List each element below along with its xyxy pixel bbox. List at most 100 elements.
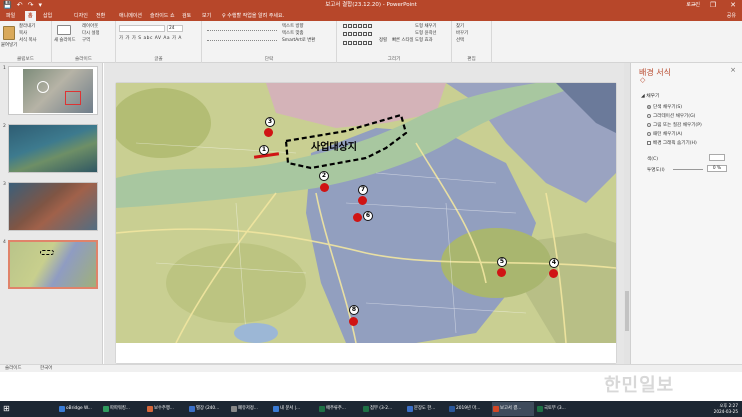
tab-review[interactable]: 검토 <box>182 11 191 21</box>
format-painter-button[interactable]: 서식 복사 <box>19 38 37 44</box>
alignment-buttons-row[interactable] <box>207 35 277 41</box>
cut-button[interactable]: 잘라내기 <box>19 24 35 30</box>
gradient-fill-option[interactable]: 그라데이션 채우기(G) <box>647 113 695 119</box>
taskbar-item[interactable]: 보수주행... <box>146 402 186 416</box>
tab-insert[interactable]: 삽입 <box>43 11 52 21</box>
shape-fill-button[interactable]: 도형 채우기 <box>415 24 437 30</box>
tell-me-search[interactable]: ♀ 수행할 작업을 알려 주세요. <box>222 11 284 21</box>
marker-dot-3[interactable] <box>264 128 273 137</box>
marker-dot-8[interactable] <box>349 317 358 326</box>
hide-background-checkbox[interactable]: 배경 그래픽 숨기기(H) <box>647 140 697 146</box>
reset-button[interactable]: 다시 설정 <box>82 31 100 37</box>
language-indicator[interactable]: 한국어 <box>40 365 52 372</box>
new-slide-icon[interactable] <box>57 25 71 35</box>
fill-section-header[interactable]: ◢ 채우기 <box>641 92 659 99</box>
shapes-gallery[interactable] <box>343 24 372 48</box>
window-controls: ─ ❐ ✕ <box>692 0 736 11</box>
picture-fill-option[interactable]: 그림 또는 질감 채우기(P) <box>647 122 702 128</box>
pattern-fill-option[interactable]: 패턴 채우기(A) <box>647 131 682 137</box>
clipboard-group: 붙여넣기 잘라내기 복사 서식 복사 클립보드 <box>0 21 52 63</box>
start-button[interactable]: ⊞ <box>0 402 14 416</box>
transparency-label: 투명도(I) <box>647 168 665 173</box>
tab-transitions[interactable]: 전환 <box>96 11 105 21</box>
taskbar-item[interactable]: 점부 (3-2... <box>362 402 404 416</box>
slide-number: 4 <box>3 240 6 245</box>
marker-label-5: 5 <box>497 257 507 267</box>
tab-slideshow[interactable]: 슬라이드 쇼 <box>150 11 175 21</box>
font-format-buttons[interactable]: 가 가 가 S abc AV Aa 가 A <box>119 36 182 42</box>
solid-fill-option[interactable]: 단색 채우기(S) <box>647 104 682 110</box>
copy-button[interactable]: 복사 <box>19 31 27 37</box>
share-button[interactable]: 공유 <box>727 11 736 21</box>
tab-animations[interactable]: 애니메이션 <box>119 11 142 21</box>
section-button[interactable]: 구역 <box>82 38 90 44</box>
shape-effects-button[interactable]: 도형 효과 <box>415 38 433 44</box>
drawing-group-label: 그리기 <box>387 57 401 62</box>
transparency-slider[interactable] <box>673 169 703 170</box>
scrollbar-thumb[interactable] <box>625 291 629 331</box>
marker-dot-5[interactable] <box>497 268 506 277</box>
system-clock[interactable]: 오후 2:27 2024-03-25 <box>714 403 738 415</box>
select-button[interactable]: 선택 <box>456 38 464 44</box>
close-pane-icon[interactable]: × <box>730 66 736 74</box>
new-slide-button[interactable]: 새 슬라이드 <box>54 38 76 44</box>
paste-icon[interactable] <box>3 26 15 40</box>
taskbar-item[interactable]: 별장 (240... <box>188 402 228 416</box>
windows-taskbar: ⊞ oBridge W... 파파워킹... 보수주행... 별장 (240..… <box>0 401 742 417</box>
layout-button[interactable]: 레이아웃 <box>82 24 98 30</box>
marker-dot-7[interactable] <box>358 196 367 205</box>
taskbar-item[interactable]: oBridge W... <box>58 402 100 416</box>
taskbar-item[interactable]: 2019년 마... <box>448 402 490 416</box>
align-text-button[interactable]: 텍스트 맞춤 <box>282 31 304 37</box>
restore-button[interactable]: ❐ <box>710 0 716 11</box>
current-slide[interactable]: 사업대상지 1 2 3 4 5 6 7 8 <box>116 83 616 363</box>
slides-group: 새 슬라이드 레이아웃 다시 설정 구역 슬라이드 <box>52 21 116 63</box>
replace-button[interactable]: 바꾸기 <box>456 31 468 37</box>
taskbar-item[interactable]: 파파워킹... <box>102 402 144 416</box>
font-size-field[interactable]: 24 <box>167 25 183 32</box>
minimize-button[interactable]: ─ <box>692 0 696 11</box>
tab-view[interactable]: 보기 <box>202 11 211 21</box>
color-picker-button[interactable] <box>709 154 725 161</box>
paragraph-group-label: 단락 <box>264 57 274 62</box>
paste-button[interactable]: 붙여넣기 <box>1 43 17 49</box>
slide-thumbnail-2[interactable] <box>8 124 98 173</box>
slide-number: 3 <box>3 182 6 187</box>
quick-styles-button[interactable]: 빠른 스타일 <box>392 38 414 44</box>
close-button[interactable]: ✕ <box>730 0 736 11</box>
slide-editor: 사업대상지 1 2 3 4 5 6 7 8 <box>104 63 630 364</box>
editing-group: 찾기 바꾸기 선택 편집 <box>452 21 492 63</box>
marker-dot-4[interactable] <box>549 269 558 278</box>
slide-thumbnail-3[interactable] <box>8 182 98 231</box>
find-button[interactable]: 찾기 <box>456 24 464 30</box>
taskbar-item[interactable]: 국토부 (3... <box>536 402 576 416</box>
taskbar-item[interactable]: 애주류주... <box>318 402 360 416</box>
taskbar-item[interactable]: 폐유저정... <box>230 402 270 416</box>
list-buttons-row[interactable] <box>207 25 277 31</box>
font-group: 24 가 가 가 S abc AV Aa 가 A 글꼴 <box>116 21 202 63</box>
slide-indicator: 슬라이드 <box>5 366 22 371</box>
fill-bucket-icon[interactable]: ◇ <box>640 76 645 84</box>
transparency-field[interactable]: 0 % <box>707 165 727 172</box>
tab-design[interactable]: 디자인 <box>74 11 88 21</box>
taskbar-item-active[interactable]: 보고서 결... <box>492 402 534 416</box>
clock-date: 2024-03-25 <box>713 409 738 414</box>
drawing-group: 정렬 빠른 스타일 도형 채우기 도형 윤곽선 도형 효과 그리기 <box>337 21 452 63</box>
arrange-button[interactable]: 정렬 <box>379 38 387 44</box>
marker-label-4: 4 <box>549 258 559 268</box>
tab-file[interactable]: 파일 <box>6 11 15 21</box>
tab-home[interactable]: 홈 <box>25 11 36 21</box>
shape-outline-button[interactable]: 도형 윤곽선 <box>415 31 437 37</box>
smartart-button[interactable]: SmartArt로 변환 <box>282 38 315 44</box>
taskbar-item[interactable]: 내 문서 |... <box>272 402 316 416</box>
font-name-field[interactable] <box>119 25 165 32</box>
slide-thumbnail-1[interactable] <box>8 66 98 115</box>
marker-label-1: 1 <box>259 145 269 155</box>
taskbar-item[interactable]: 문장도 한... <box>406 402 446 416</box>
marker-dot-6[interactable] <box>353 213 362 222</box>
text-direction-button[interactable]: 텍스트 방향 <box>282 24 304 30</box>
font-group-label: 글꼴 <box>154 57 163 62</box>
slide-thumbnail-4[interactable] <box>8 240 98 289</box>
fill-section-label: 채우기 <box>646 94 660 99</box>
marker-dot-2[interactable] <box>320 183 329 192</box>
